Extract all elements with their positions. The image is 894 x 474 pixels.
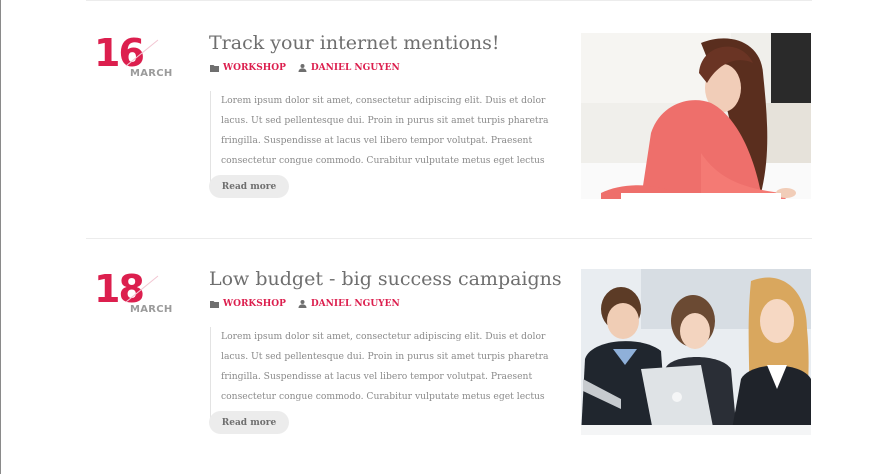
post-title[interactable]: Low budget - big success campaigns	[209, 268, 562, 290]
post-meta: WORKSHOP DANIEL NGUYEN	[210, 63, 400, 73]
photo-students-laptop	[581, 269, 811, 435]
post-month: MARCH	[130, 304, 173, 315]
post-image[interactable]	[581, 33, 811, 199]
post-month: MARCH	[130, 68, 173, 79]
photo-woman-writing	[581, 33, 811, 199]
blog-post: 16 MARCH Track your internet mentions! W…	[1, 32, 894, 232]
date-slash-decoration	[125, 275, 159, 303]
post-date: 18 MARCH	[94, 268, 184, 328]
date-slash-decoration	[125, 39, 159, 67]
post-author-link[interactable]: DANIEL NGUYEN	[311, 63, 400, 73]
read-more-button[interactable]: Read more	[209, 175, 289, 198]
top-divider	[86, 0, 812, 1]
user-icon	[298, 300, 307, 308]
post-title[interactable]: Track your internet mentions!	[209, 32, 500, 54]
post-image[interactable]	[581, 269, 811, 435]
folder-icon	[210, 65, 219, 72]
post-author-link[interactable]: DANIEL NGUYEN	[311, 299, 400, 309]
blog-post: 18 MARCH Low budget - big success campai…	[1, 268, 894, 468]
post-date: 16 MARCH	[94, 32, 184, 92]
post-meta: WORKSHOP DANIEL NGUYEN	[210, 299, 400, 309]
post-category-link[interactable]: WORKSHOP	[223, 63, 286, 73]
folder-icon	[210, 301, 219, 308]
read-more-button[interactable]: Read more	[209, 411, 289, 434]
post-divider	[86, 238, 812, 239]
user-icon	[298, 64, 307, 72]
post-category-link[interactable]: WORKSHOP	[223, 299, 286, 309]
